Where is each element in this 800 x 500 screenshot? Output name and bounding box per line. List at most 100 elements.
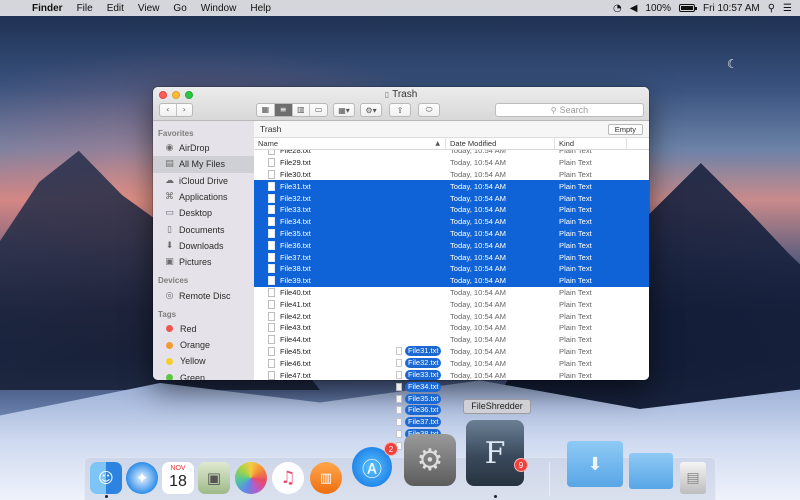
- column-header-kind[interactable]: Kind: [555, 138, 627, 149]
- empty-trash-button[interactable]: Empty: [607, 123, 643, 135]
- text-file-icon: [396, 358, 402, 367]
- folder-icon[interactable]: [629, 453, 673, 489]
- file-row[interactable]: File43.txt Today, 10:54 AM Plain Text: [254, 322, 649, 334]
- file-row[interactable]: File42.txt Today, 10:54 AM Plain Text: [254, 310, 649, 322]
- column-header-spacer: [627, 138, 649, 149]
- share-button[interactable]: ⇪: [389, 103, 411, 117]
- file-row[interactable]: File32.txt Today, 10:54 AM Plain Text: [254, 192, 649, 204]
- file-date-cell: Today, 10:54 AM: [450, 252, 507, 262]
- sidebar-item-icloud-drive[interactable]: ☁ iCloud Drive: [153, 173, 254, 189]
- menu-help[interactable]: Help: [243, 3, 278, 14]
- app-store-icon[interactable]: Ⓐ 2: [352, 442, 398, 487]
- window-title-text: Trash: [392, 89, 418, 100]
- battery-percent[interactable]: 100%: [645, 3, 671, 14]
- file-row[interactable]: File44.txt Today, 10:54 AM Plain Text: [254, 334, 649, 346]
- photos-icon[interactable]: [235, 462, 267, 494]
- column-view-button[interactable]: ▥: [293, 104, 311, 116]
- sidebar-tag-red[interactable]: Red: [153, 321, 254, 337]
- menu-app-name[interactable]: Finder: [26, 3, 70, 14]
- dragged-file-label: File36.txt: [405, 405, 442, 416]
- desktop-icon: ▭: [165, 208, 174, 219]
- file-row[interactable]: File36.txt Today, 10:54 AM Plain Text: [254, 239, 649, 252]
- action-gear-button[interactable]: ⚙▾: [360, 103, 382, 117]
- cover-flow-button[interactable]: ▭: [310, 104, 327, 116]
- file-row[interactable]: File31.txt Today, 10:54 AM Plain Text: [254, 180, 649, 193]
- battery-icon[interactable]: [679, 4, 697, 12]
- clock[interactable]: Fri 10:57 AM: [703, 3, 760, 14]
- sidebar-item-desktop[interactable]: ▭ Desktop: [153, 205, 254, 221]
- menu-go[interactable]: Go: [166, 3, 193, 14]
- wifi-icon[interactable]: ◔: [613, 3, 622, 14]
- list-view-button[interactable]: ≡: [274, 104, 293, 116]
- file-row[interactable]: File37.txt Today, 10:54 AM Plain Text: [254, 251, 649, 263]
- file-row[interactable]: File28.txt Today, 10:54 AM Plain Text: [254, 150, 649, 157]
- location-label: Trash: [260, 124, 282, 134]
- file-row[interactable]: File41.txt Today, 10:54 AM Plain Text: [254, 298, 649, 310]
- file-row[interactable]: File30.txt Today, 10:54 AM Plain Text: [254, 169, 649, 181]
- fileshredder-icon[interactable]: F9: [466, 420, 528, 486]
- documents-icon: ▯: [167, 224, 172, 235]
- finder-icon[interactable]: ☺: [90, 462, 122, 494]
- menu-file[interactable]: File: [70, 3, 100, 14]
- itunes-icon[interactable]: ♫: [272, 462, 304, 494]
- sidebar-item-all-my-files[interactable]: ▤ All My Files: [153, 156, 254, 173]
- dragged-file: File31.txt: [396, 345, 456, 357]
- sidebar-tag-label: Green: [180, 372, 206, 380]
- downloads-folder-icon[interactable]: ⬇: [567, 441, 623, 487]
- sidebar-item-pictures[interactable]: ▣ Pictures: [153, 254, 254, 270]
- sidebar-tag-yellow[interactable]: Yellow: [153, 353, 254, 369]
- volume-icon[interactable]: ◀: [630, 3, 638, 14]
- tags-button[interactable]: ⬭: [418, 103, 440, 117]
- file-name: File39.txt: [280, 276, 311, 286]
- file-row[interactable]: File33.txt Today, 10:54 AM Plain Text: [254, 203, 649, 216]
- file-row[interactable]: File29.txt Today, 10:54 AM Plain Text: [254, 157, 649, 169]
- file-date-cell: Today, 10:54 AM: [450, 358, 507, 368]
- dock-tooltip: FileShredder: [463, 399, 531, 414]
- calendar-icon[interactable]: NOV 18: [162, 462, 194, 494]
- file-row[interactable]: File39.txt Today, 10:54 AM Plain Text: [254, 274, 649, 287]
- file-name-cell: File35.txt: [254, 228, 446, 238]
- column-header-date[interactable]: Date Modified: [446, 138, 555, 149]
- forward-button[interactable]: ›: [177, 104, 193, 116]
- safari-icon[interactable]: ✦: [126, 462, 158, 494]
- sidebar-item-applications[interactable]: ⌘ Applications: [153, 189, 254, 205]
- file-name-cell: File30.txt: [254, 169, 446, 179]
- sidebar-tag-label: Yellow: [180, 356, 206, 367]
- menu-edit[interactable]: Edit: [100, 3, 131, 14]
- sidebar-tag-orange[interactable]: Orange: [153, 337, 254, 353]
- sidebar-item-documents[interactable]: ▯ Documents: [153, 221, 254, 237]
- file-row[interactable]: File34.txt Today, 10:54 AM Plain Text: [254, 215, 649, 228]
- ibooks-icon[interactable]: ▥: [310, 462, 342, 494]
- back-button[interactable]: ‹: [160, 104, 177, 116]
- sidebar-item-airdrop[interactable]: ◉ AirDrop: [153, 140, 254, 156]
- file-row[interactable]: File38.txt Today, 10:54 AM Plain Text: [254, 262, 649, 275]
- system-preferences-icon[interactable]: ⚙: [404, 434, 456, 486]
- file-date-cell: Today, 10:54 AM: [450, 150, 507, 156]
- menu-window[interactable]: Window: [194, 3, 244, 14]
- menu-view[interactable]: View: [131, 3, 167, 14]
- file-kind-cell: Plain Text: [559, 193, 592, 203]
- file-row[interactable]: File40.txt Today, 10:54 AM Plain Text: [254, 287, 649, 299]
- text-file-icon: [268, 240, 275, 250]
- notification-center-icon[interactable]: ☰: [783, 3, 792, 14]
- file-date-cell: Today, 10:54 AM: [450, 370, 507, 380]
- dragged-file: File36.txt: [396, 404, 456, 416]
- window-titlebar[interactable]: ▯ Trash ‹ › ▦ ≡ ▥ ▭ ▦▾ ⚙▾ ⇪ ⬭ ⚲ Search: [153, 87, 649, 121]
- arrange-button[interactable]: ▦▾: [333, 103, 355, 117]
- text-file-icon: [268, 311, 275, 321]
- trash-icon[interactable]: ▤: [680, 462, 706, 494]
- calendar-month: NOV: [170, 465, 186, 472]
- sidebar-item-remote-disc[interactable]: ◎ Remote Disc: [153, 287, 254, 303]
- sidebar-tag-green[interactable]: Green: [153, 370, 254, 380]
- file-date-cell: Today, 10:54 AM: [450, 323, 507, 333]
- spotlight-icon[interactable]: ⚲: [768, 3, 775, 14]
- sidebar-item-downloads[interactable]: ⬇ Downloads: [153, 238, 254, 254]
- icon-view-button[interactable]: ▦: [257, 104, 275, 116]
- preview-icon[interactable]: ▣: [198, 462, 230, 494]
- file-name-cell: File33.txt: [254, 205, 446, 215]
- search-field[interactable]: ⚲ Search: [495, 103, 644, 117]
- text-file-icon: [396, 346, 402, 355]
- column-header-name[interactable]: Name ▲: [254, 138, 446, 149]
- file-row[interactable]: File35.txt Today, 10:54 AM Plain Text: [254, 227, 649, 240]
- file-kind-cell: Plain Text: [559, 205, 592, 215]
